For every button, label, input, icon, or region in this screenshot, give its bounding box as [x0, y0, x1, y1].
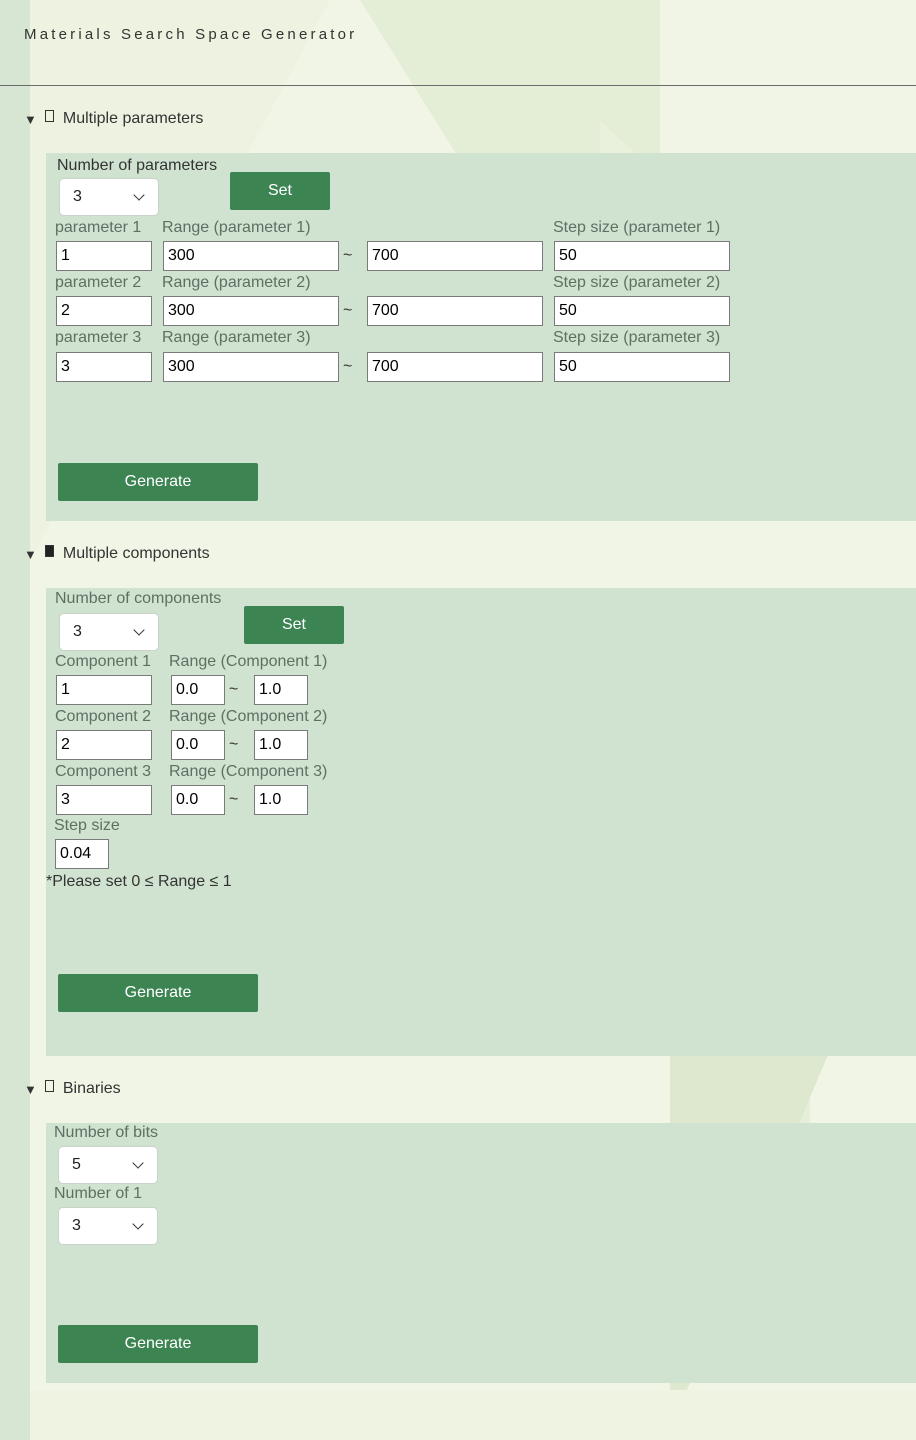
- components-count-label: Number of components: [55, 590, 222, 607]
- component-1-range-label: Range (Component 1): [169, 653, 328, 670]
- param-2-min-input[interactable]: [163, 296, 339, 326]
- components-panel: Number of components 3 Set Component 1 R…: [46, 588, 916, 1056]
- param-1-step-label: Step size (parameter 1): [553, 219, 721, 236]
- param-2-step-input[interactable]: [554, 296, 730, 326]
- params-count-select[interactable]: 3: [59, 178, 159, 216]
- param-3-max-input[interactable]: [367, 352, 543, 382]
- component-1-max-input[interactable]: [254, 675, 308, 705]
- component-2-min-input[interactable]: [171, 730, 225, 760]
- params-count-label: Number of parameters: [57, 157, 218, 174]
- document-icon: [44, 110, 54, 122]
- component-3-label: Component 3: [55, 763, 152, 780]
- component-3-range-label: Range (Component 3): [169, 763, 328, 780]
- binaries-panel: Number of bits 5 Number of 1 3 Generate: [46, 1123, 916, 1383]
- param-1-name-input[interactable]: [56, 241, 152, 271]
- component-3-max-input[interactable]: [254, 785, 308, 815]
- param-3-step-label: Step size (parameter 3): [553, 329, 721, 346]
- components-step-input[interactable]: [55, 839, 109, 869]
- component-3-min-input[interactable]: [171, 785, 225, 815]
- param-2-step-label: Step size (parameter 2): [553, 274, 721, 291]
- components-count-select[interactable]: 3: [59, 613, 159, 651]
- section-binaries-summary[interactable]: ▼ Binaries: [24, 1080, 121, 1098]
- page-title: Materials Search Space Generator: [24, 26, 358, 43]
- param-1-step-input[interactable]: [554, 241, 730, 271]
- param-1-min-input[interactable]: [163, 241, 339, 271]
- document-icon: [44, 545, 54, 557]
- section-components-summary[interactable]: ▼ Multiple components: [24, 545, 210, 563]
- range-separator: ~: [343, 302, 353, 319]
- range-separator: ~: [229, 791, 239, 808]
- param-3-step-input[interactable]: [554, 352, 730, 382]
- range-separator: ~: [229, 681, 239, 698]
- param-2-name-input[interactable]: [56, 296, 152, 326]
- section-binaries-title: Binaries: [62, 1080, 121, 1097]
- component-2-max-input[interactable]: [254, 730, 308, 760]
- document-icon: [44, 1080, 54, 1092]
- params-generate-button[interactable]: Generate: [58, 463, 258, 501]
- components-set-button[interactable]: Set: [244, 606, 344, 644]
- component-2-range-label: Range (Component 2): [169, 708, 328, 725]
- component-1-label: Component 1: [55, 653, 152, 670]
- triangle-down-icon: ▼: [24, 111, 37, 127]
- components-generate-button[interactable]: Generate: [58, 974, 258, 1012]
- params-panel: Number of parameters 3 Set parameter 1 R…: [46, 153, 916, 521]
- chevron-down-icon: [133, 189, 145, 201]
- bg-band: [30, 1390, 916, 1440]
- params-set-button[interactable]: Set: [230, 172, 330, 210]
- params-count-value: 3: [73, 188, 82, 205]
- binaries-generate-button[interactable]: Generate: [58, 1325, 258, 1363]
- components-step-label: Step size: [54, 817, 120, 834]
- param-3-min-input[interactable]: [163, 352, 339, 382]
- chevron-down-icon: [132, 1157, 144, 1169]
- left-strip: [0, 0, 30, 1440]
- component-2-name-input[interactable]: [56, 730, 152, 760]
- range-separator: ~: [229, 736, 239, 753]
- param-3-label: parameter 3: [55, 329, 142, 346]
- param-2-label: parameter 2: [55, 274, 142, 291]
- param-2-max-input[interactable]: [367, 296, 543, 326]
- section-params-title: Multiple parameters: [62, 110, 204, 127]
- param-1-max-input[interactable]: [367, 241, 543, 271]
- triangle-down-icon: ▼: [24, 1081, 37, 1097]
- ones-select[interactable]: 3: [58, 1207, 158, 1245]
- ones-value: 3: [72, 1217, 81, 1234]
- component-2-label: Component 2: [55, 708, 152, 725]
- range-note: *Please set 0 ≤ Range ≤ 1: [46, 873, 232, 890]
- chevron-down-icon: [132, 1218, 144, 1230]
- param-2-range-label: Range (parameter 2): [162, 274, 311, 291]
- components-count-value: 3: [73, 623, 82, 640]
- bits-select[interactable]: 5: [58, 1146, 158, 1184]
- bits-label: Number of bits: [54, 1124, 159, 1141]
- range-separator: ~: [343, 358, 353, 375]
- triangle-down-icon: ▼: [24, 546, 37, 562]
- page-header: Materials Search Space Generator: [0, 0, 916, 86]
- param-1-label: parameter 1: [55, 219, 142, 236]
- param-3-range-label: Range (parameter 3): [162, 329, 311, 346]
- ones-label: Number of 1: [54, 1185, 143, 1202]
- section-components-title: Multiple components: [62, 545, 210, 562]
- component-3-name-input[interactable]: [56, 785, 152, 815]
- param-1-range-label: Range (parameter 1): [162, 219, 311, 236]
- component-1-name-input[interactable]: [56, 675, 152, 705]
- section-params-summary[interactable]: ▼ Multiple parameters: [24, 110, 203, 128]
- chevron-down-icon: [133, 624, 145, 636]
- param-3-name-input[interactable]: [56, 352, 152, 382]
- component-1-min-input[interactable]: [171, 675, 225, 705]
- range-separator: ~: [343, 247, 353, 264]
- bits-value: 5: [72, 1156, 81, 1173]
